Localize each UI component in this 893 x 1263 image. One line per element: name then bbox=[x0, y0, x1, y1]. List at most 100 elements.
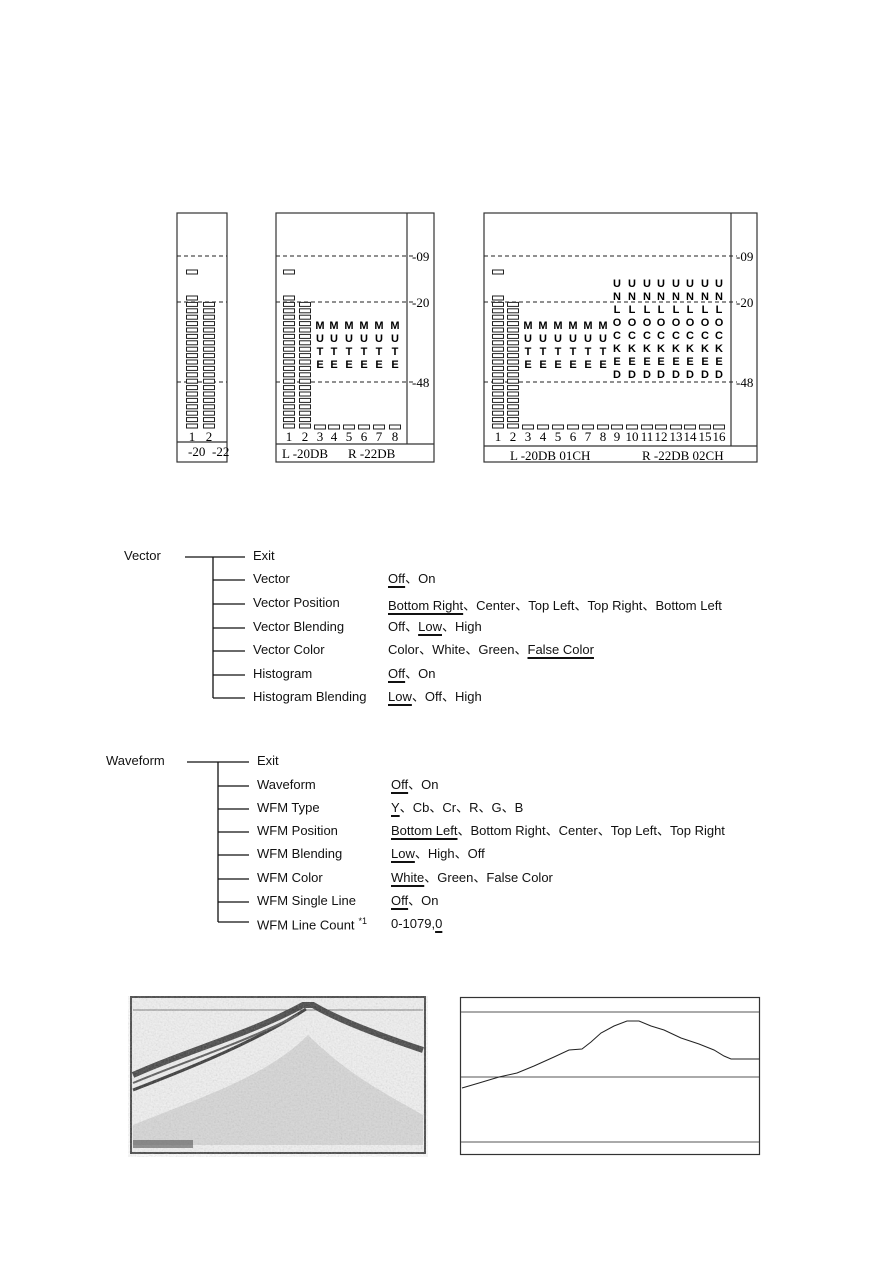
option-separator: 、 bbox=[515, 598, 529, 613]
option[interactable]: False Color bbox=[486, 870, 552, 885]
option-selected[interactable]: Off bbox=[391, 777, 408, 792]
menu-item-vector-color[interactable]: Vector Color bbox=[253, 642, 325, 658]
option[interactable]: Top Left bbox=[611, 823, 657, 838]
menu-item-label: Vector Color bbox=[253, 642, 325, 657]
option-separator: 、 bbox=[478, 800, 492, 815]
option[interactable]: Color bbox=[388, 642, 419, 657]
option-separator: 、 bbox=[656, 823, 670, 838]
menu-option-values: Color、White、Green、False Color bbox=[388, 642, 594, 658]
option-separator: 、 bbox=[441, 619, 455, 634]
option-selected[interactable]: Low bbox=[388, 689, 412, 704]
option[interactable]: Top Left bbox=[528, 598, 574, 613]
menu-item-label: Vector Blending bbox=[253, 619, 345, 634]
waveform-line-graph bbox=[459, 996, 761, 1156]
option[interactable]: Top Right bbox=[670, 823, 725, 838]
manual-page: 1 2 -20 -22 -09 -20 -48 1 2 M U T E 3 M U T E 4 M U T E 5 M U T E 6 M… bbox=[0, 0, 893, 1263]
menu-option-values: Off、On bbox=[388, 571, 435, 587]
option[interactable]: White bbox=[432, 642, 465, 657]
option[interactable]: Cb bbox=[413, 800, 430, 815]
option-selected[interactable]: Y bbox=[391, 800, 400, 815]
option[interactable]: On bbox=[421, 777, 438, 792]
option-separator: 、 bbox=[465, 642, 479, 657]
menu-item-label: WFM Line Count bbox=[257, 917, 355, 933]
option[interactable]: Center bbox=[559, 823, 598, 838]
option-separator: 、 bbox=[473, 870, 487, 885]
option-selected[interactable]: Bottom Left bbox=[391, 823, 457, 838]
menu-item-label: Vector bbox=[253, 571, 290, 586]
menu-item-vector-position[interactable]: Vector Position bbox=[253, 595, 340, 611]
option[interactable]: High bbox=[455, 619, 482, 634]
option-selected[interactable]: Off bbox=[388, 666, 405, 681]
option-selected[interactable]: Bottom Right bbox=[388, 598, 463, 613]
option[interactable]: High bbox=[428, 846, 455, 861]
option-selected[interactable]: White bbox=[391, 870, 424, 885]
option[interactable]: G bbox=[491, 800, 501, 815]
menu-item-label: Vector Position bbox=[253, 595, 340, 610]
option-separator: 、 bbox=[457, 823, 471, 838]
menu-option-values: Off、On bbox=[391, 777, 438, 793]
option-separator: 、 bbox=[429, 800, 443, 815]
menu-option-values: Low、Off、High bbox=[388, 689, 482, 705]
menu-item-label: Exit bbox=[253, 548, 275, 563]
option[interactable]: High bbox=[455, 689, 482, 704]
option-separator: 、 bbox=[411, 689, 425, 704]
option-selected[interactable]: False Color bbox=[528, 642, 594, 657]
option-selected[interactable]: Off bbox=[388, 571, 405, 586]
menu-option-values: Y、Cb、Cr、R、G、B bbox=[391, 800, 523, 816]
menu-item-label: Exit bbox=[257, 753, 279, 768]
menu-option-values: 0-1079,0 bbox=[391, 916, 442, 932]
menu-item-wfm-type[interactable]: WFM Type bbox=[257, 800, 320, 816]
menu-option-values: White、Green、False Color bbox=[391, 870, 553, 886]
option-separator: 、 bbox=[408, 777, 422, 792]
menu-item-exit[interactable]: Exit bbox=[253, 548, 275, 564]
option[interactable]: Green bbox=[437, 870, 473, 885]
option-separator: 、 bbox=[574, 598, 588, 613]
menu-item-wfm-line-count[interactable]: WFM Line Count *1 bbox=[257, 913, 367, 933]
menu-item-label: WFM Single Line bbox=[257, 893, 356, 908]
option[interactable]: Top Right bbox=[588, 598, 643, 613]
option-separator: 、 bbox=[456, 800, 470, 815]
menu-option-values: Bottom Left、Bottom Right、Center、Top Left… bbox=[391, 823, 725, 839]
menu-item-histogram-blending[interactable]: Histogram Blending bbox=[253, 689, 366, 705]
menu-title: Waveform bbox=[106, 753, 165, 768]
option[interactable]: Bottom Right bbox=[471, 823, 546, 838]
option-selected[interactable]: Low bbox=[418, 619, 442, 634]
menu-item-wfm-position[interactable]: WFM Position bbox=[257, 823, 338, 839]
option[interactable]: On bbox=[418, 666, 435, 681]
option-range: 0-1079, bbox=[391, 916, 436, 931]
menu-item-wfm-color[interactable]: WFM Color bbox=[257, 870, 323, 886]
option-separator: 、 bbox=[405, 571, 419, 586]
option[interactable]: Cr bbox=[442, 800, 456, 815]
menu-option-values: Off、On bbox=[388, 666, 435, 682]
menu-item-label: Histogram Blending bbox=[253, 689, 367, 704]
option[interactable]: Off bbox=[425, 689, 442, 704]
option[interactable]: Off bbox=[468, 846, 485, 861]
menu-item-waveform[interactable]: Waveform bbox=[257, 777, 316, 793]
option[interactable]: Center bbox=[476, 598, 515, 613]
option[interactable]: B bbox=[515, 800, 524, 815]
option[interactable]: On bbox=[421, 893, 438, 908]
menu-title: Vector bbox=[124, 548, 161, 563]
option[interactable]: On bbox=[418, 571, 435, 586]
menu-item-wfm-blending[interactable]: WFM Blending bbox=[257, 846, 342, 862]
option-selected[interactable]: 0 bbox=[435, 916, 442, 931]
option-selected[interactable]: Off bbox=[391, 893, 408, 908]
menu-item-label: WFM Position bbox=[257, 823, 338, 838]
option[interactable]: Green bbox=[478, 642, 514, 657]
option-separator: 、 bbox=[424, 870, 438, 885]
menu-item-label: Histogram bbox=[253, 666, 313, 681]
menu-item-vector[interactable]: Vector bbox=[253, 571, 290, 587]
option-selected[interactable]: Low bbox=[391, 846, 415, 861]
option-separator: 、 bbox=[405, 619, 419, 634]
menu-item-wfm-single-line[interactable]: WFM Single Line bbox=[257, 893, 356, 909]
option-separator: 、 bbox=[501, 800, 515, 815]
option[interactable]: Off bbox=[388, 619, 405, 634]
option-separator: 、 bbox=[419, 642, 433, 657]
option[interactable]: Bottom Left bbox=[655, 598, 721, 613]
menu-option-values: Low、High、Off bbox=[391, 846, 485, 862]
menu-item-vector-blending[interactable]: Vector Blending bbox=[253, 619, 344, 635]
option-separator: 、 bbox=[441, 689, 455, 704]
menu-item-histogram[interactable]: Histogram bbox=[253, 666, 312, 682]
waveform-image-example bbox=[130, 996, 426, 1154]
menu-item-exit[interactable]: Exit bbox=[257, 753, 279, 769]
